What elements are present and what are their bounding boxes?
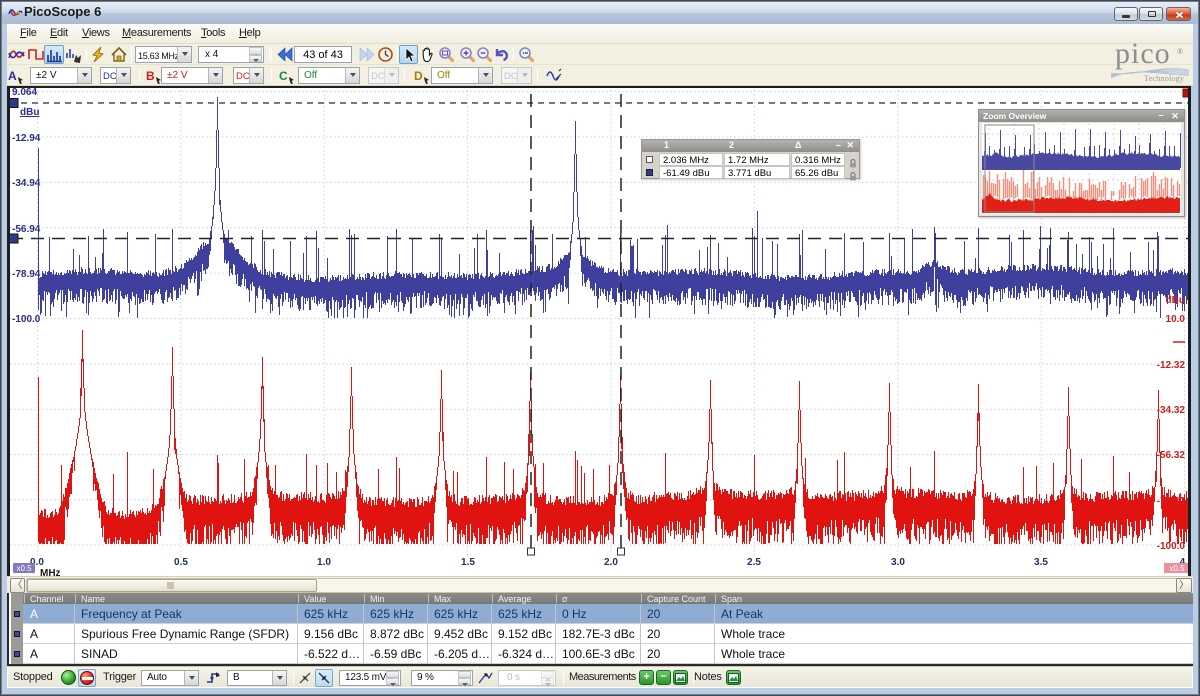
svg-text:-78.94: -78.94 [12, 269, 41, 280]
svg-text:-56.94: -56.94 [12, 224, 41, 235]
svg-text:-56.32: -56.32 [1157, 450, 1186, 461]
svg-text:-12.32: -12.32 [1157, 360, 1186, 371]
svg-text:-100.0: -100.0 [12, 314, 41, 325]
svg-text:dBu: dBu [1166, 295, 1185, 306]
svg-text:-34.32: -34.32 [1157, 405, 1186, 416]
svg-text:2.5: 2.5 [747, 557, 761, 568]
svg-text:x0.5: x0.5 [16, 564, 32, 573]
svg-text:MHz: MHz [40, 568, 61, 576]
svg-text:0.5: 0.5 [174, 557, 188, 568]
svg-text:1.0: 1.0 [317, 557, 331, 568]
svg-text:2.0: 2.0 [604, 557, 618, 568]
svg-text:3.5: 3.5 [1034, 557, 1048, 568]
svg-text:x0.5: x0.5 [1169, 564, 1185, 573]
svg-text:1.5: 1.5 [461, 557, 475, 568]
svg-text:-34.94: -34.94 [12, 178, 41, 189]
svg-text:dBu: dBu [20, 107, 39, 118]
svg-text:-100.0: -100.0 [1157, 541, 1186, 552]
svg-text:-12.94: -12.94 [12, 133, 41, 144]
svg-text:10.0: 10.0 [1166, 314, 1186, 325]
svg-text:9.064: 9.064 [12, 87, 37, 98]
svg-text:-78.32: -78.32 [1157, 496, 1186, 507]
svg-text:3.0: 3.0 [891, 557, 905, 568]
